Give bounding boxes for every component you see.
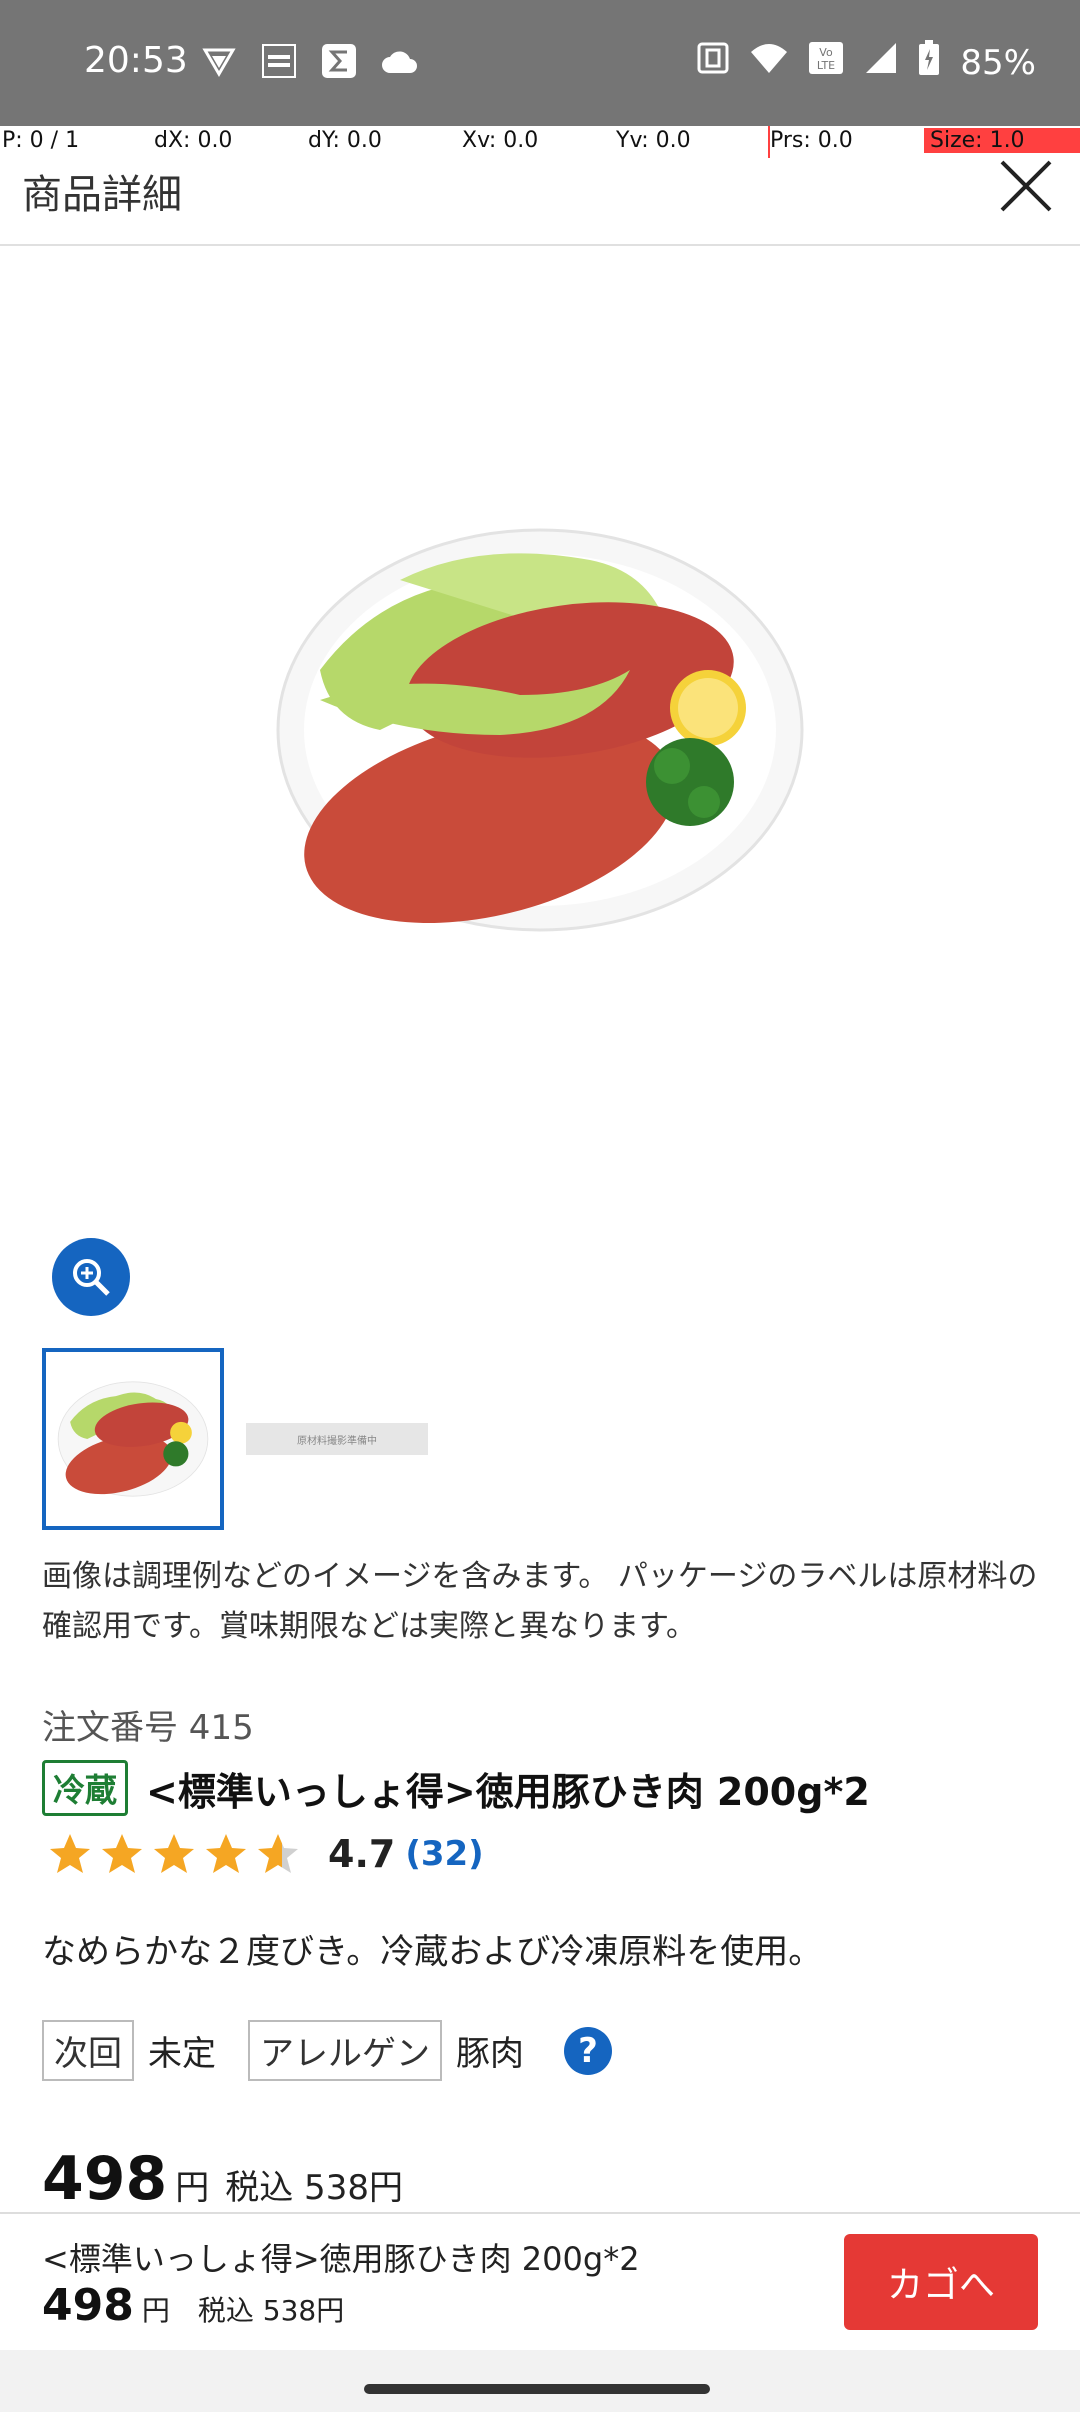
close-icon <box>1000 160 1052 212</box>
bottom-price: 498 <box>42 2280 134 2331</box>
status-time: 20:53 <box>84 40 188 81</box>
image-note: 画像は調理例などのイメージを含みます。 パッケージのラベルは原材料の確認用です。… <box>42 1559 1038 1644</box>
debug-dy: dY: 0.0 <box>308 128 382 153</box>
zoom-button[interactable] <box>52 1238 130 1316</box>
bottom-price-row: 498 円 税込 538円 <box>42 2280 344 2331</box>
thumbnail-2-caption: 原材料撮影準備中 <box>297 1435 377 1447</box>
status-bar: 20:53 Vo LTE 85% <box>0 0 1080 126</box>
sigma-icon <box>320 42 358 80</box>
debug-pointer-count: P: 0 / 1 <box>2 128 80 153</box>
next-value: 未定 <box>148 2034 216 2074</box>
zoom-in-icon <box>73 1259 110 1296</box>
debug-size: Size: 1.0 <box>924 128 1080 153</box>
product-title: <標準いっしょ得>徳用豚ひき肉 200g*2 <box>146 1769 870 1814</box>
price-tax-included: 税込 538円 <box>225 2168 403 2208</box>
star-icon <box>206 1834 246 1873</box>
svg-text:Vo: Vo <box>820 46 834 59</box>
pointer-debug-overlay: P: 0 / 1 dX: 0.0 dY: 0.0 Xv: 0.0 Yv: 0.0… <box>0 126 1080 158</box>
star-icon <box>154 1834 194 1873</box>
bottom-purchase-bar: <標準いっしょ得>徳用豚ひき肉 200g*2 498 円 税込 538円 カゴへ <box>0 2212 1080 2350</box>
wifi-icon <box>750 42 788 83</box>
next-label: 次回 <box>42 2020 134 2081</box>
rating-value: 4.7 <box>328 1832 396 1876</box>
battery-icon <box>918 40 940 85</box>
page-title: 商品詳細 <box>22 172 182 218</box>
help-icon[interactable]: ? <box>564 2026 612 2075</box>
status-left-icons <box>200 42 418 80</box>
star-rating <box>46 1830 302 1878</box>
sportsbull-icon <box>260 42 298 80</box>
svg-text:LTE: LTE <box>817 59 835 72</box>
rating-row: 4.7 (32) <box>46 1830 484 1878</box>
home-gesture-handle[interactable] <box>364 2384 710 2394</box>
product-image[interactable] <box>0 250 1080 1210</box>
allergen-value: 豚肉 <box>456 2034 524 2074</box>
debug-dx: dX: 0.0 <box>154 128 233 153</box>
ground-pork-plate-image <box>276 528 804 932</box>
star-icon <box>102 1834 142 1873</box>
allergen-label: アレルゲン <box>248 2020 442 2081</box>
star-icon <box>50 1834 90 1873</box>
battery-percent: 85% <box>960 42 1036 83</box>
cloud-icon <box>380 42 418 80</box>
bottom-product-title: <標準いっしょ得>徳用豚ひき肉 200g*2 <box>42 2240 640 2278</box>
nfc-icon <box>696 41 730 84</box>
status-right: Vo LTE 85% <box>696 40 1036 85</box>
bottom-price-tax: 税込 538円 <box>197 2294 345 2327</box>
add-to-cart-button[interactable]: カゴへ <box>844 2234 1038 2330</box>
thumbnail-image <box>57 1381 209 1497</box>
meta-row: 次回 未定 アレルゲン 豚肉 ? <box>42 2020 612 2081</box>
navigation-bar <box>0 2350 1080 2412</box>
vpn-icon <box>200 42 238 80</box>
thumbnail-1[interactable] <box>42 1348 224 1530</box>
debug-yv: Yv: 0.0 <box>616 128 691 153</box>
debug-xv: Xv: 0.0 <box>462 128 539 153</box>
price-yen: 円 <box>175 2168 210 2208</box>
bottom-price-yen: 円 <box>141 2294 170 2327</box>
thumbnail-2[interactable]: 原材料撮影準備中 <box>246 1423 428 1455</box>
thumbnail-strip: 原材料撮影準備中 <box>42 1348 428 1530</box>
volte-icon: Vo LTE <box>808 41 844 84</box>
price: 498 <box>42 2144 168 2214</box>
price-row: 498 円 税込 538円 <box>42 2144 403 2214</box>
signal-icon <box>864 41 898 84</box>
debug-prs: Prs: 0.0 <box>770 128 853 153</box>
order-number: 注文番号 415 <box>42 1708 254 1748</box>
close-button[interactable] <box>994 154 1058 218</box>
review-count-link[interactable]: (32) <box>405 1834 483 1874</box>
product-title-row: 冷蔵 <標準いっしょ得>徳用豚ひき肉 200g*2 <box>42 1760 870 1816</box>
product-description: なめらかな２度びき。冷蔵および冷凍原料を使用。 <box>42 1932 823 1972</box>
storage-tag: 冷蔵 <box>42 1760 129 1816</box>
half-star-icon <box>258 1834 298 1873</box>
